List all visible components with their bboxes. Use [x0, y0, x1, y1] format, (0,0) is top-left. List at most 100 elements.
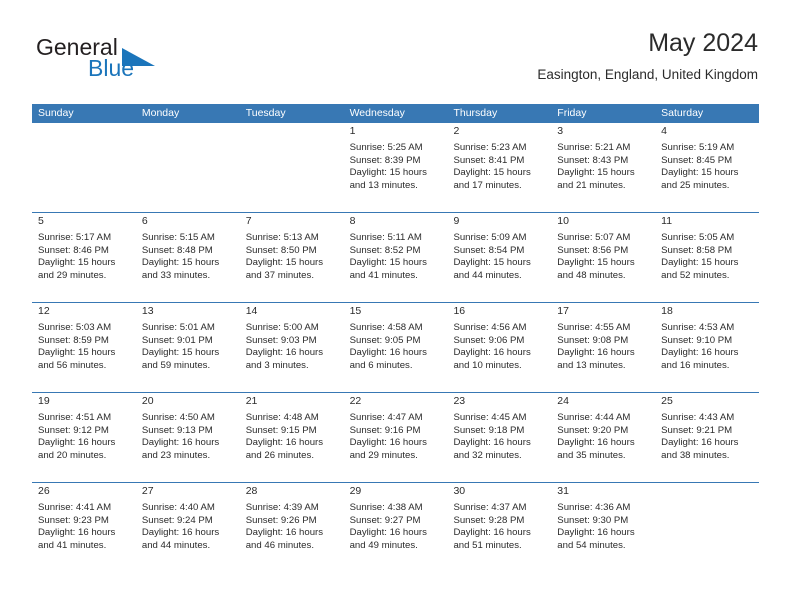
day-details: Sunrise: 4:58 AM Sunset: 9:05 PM Daylight:… [350, 322, 442, 372]
day-cell-13[interactable]: 13 Sunrise: 5:01 AM Sunset: 9:01 PM Dayligh… [135, 303, 240, 392]
day-cell-1[interactable]: 1 Sunrise: 5:25 AM Sunset: 8:39 PM Daylight… [343, 123, 448, 212]
day-cell-8[interactable]: 8 Sunrise: 5:11 AM Sunset: 8:52 PM Daylight… [343, 213, 448, 302]
calendar-week-row: 1 Sunrise: 5:25 AM Sunset: 8:39 PM Daylight… [32, 123, 760, 212]
day-cell-21[interactable]: 21 Sunrise: 4:48 AM Sunset: 9:15 PM Dayligh… [239, 393, 344, 482]
weekday-header-thursday: Thursday [453, 107, 498, 119]
day-cell-26[interactable]: 26 Sunrise: 4:41 AM Sunset: 9:23 PM Dayligh… [32, 483, 136, 572]
day-number: 13 [141, 305, 154, 317]
day-details: Sunrise: 4:45 AM Sunset: 9:18 PM Daylight:… [453, 412, 545, 462]
day-detail-line: Daylight: 15 hours [661, 167, 739, 179]
day-details: Sunrise: 5:01 AM Sunset: 9:01 PM Daylight:… [142, 322, 234, 372]
day-details: Sunrise: 4:37 AM Sunset: 9:28 PM Daylight:… [453, 502, 545, 552]
day-detail-line: Sunrise: 4:44 AM [557, 412, 631, 423]
day-detail-line: Sunset: 9:30 PM [557, 514, 629, 526]
day-cell-15[interactable]: 15 Sunrise: 4:58 AM Sunset: 9:05 PM Dayligh… [343, 303, 448, 392]
day-cell-5[interactable]: 5 Sunrise: 5:17 AM Sunset: 8:46 PM Daylight… [32, 213, 136, 302]
day-detail-line: Sunrise: 5:01 AM [141, 322, 215, 333]
page-header: General Blue May 2024 Easington, England… [32, 28, 758, 96]
day-detail-line: Sunrise: 5:25 AM [349, 142, 423, 153]
day-cell-6[interactable]: 6 Sunrise: 5:15 AM Sunset: 8:48 PM Daylight… [135, 213, 240, 302]
day-detail-line: Daylight: 15 hours [38, 347, 116, 359]
day-details: Sunrise: 4:43 AM Sunset: 9:21 PM Daylight:… [661, 412, 753, 462]
day-detail-line: Sunset: 9:08 PM [557, 334, 629, 346]
logo[interactable]: General Blue [32, 34, 252, 92]
day-detail-line: Daylight: 16 hours [557, 437, 635, 449]
day-detail-line: Daylight: 15 hours [453, 257, 531, 269]
day-cell-9[interactable]: 9 Sunrise: 5:09 AM Sunset: 8:54 PM Daylight… [447, 213, 552, 302]
day-cell-25[interactable]: 25 Sunrise: 4:43 AM Sunset: 9:21 PM Dayligh… [655, 393, 760, 482]
day-detail-line: Daylight: 16 hours [245, 437, 324, 449]
day-detail-line: Sunset: 9:03 PM [245, 334, 317, 346]
day-details: Sunrise: 4:40 AM Sunset: 9:24 PM Daylight:… [142, 502, 234, 552]
day-cell-17[interactable]: 17 Sunrise: 4:55 AM Sunset: 9:08 PM Dayligh… [551, 303, 656, 392]
day-cell-2[interactable]: 2 Sunrise: 5:23 AM Sunset: 8:41 PM Daylight… [447, 123, 552, 212]
day-detail-line: Sunrise: 4:47 AM [349, 412, 423, 423]
day-detail-line: Sunset: 8:48 PM [141, 244, 213, 256]
page-subtitle: Easington, England, United Kingdom [537, 67, 758, 82]
day-detail-line: and 6 minutes. [349, 359, 413, 371]
day-number [142, 123, 234, 139]
day-detail-line: Daylight: 15 hours [557, 257, 635, 269]
day-cell-29[interactable]: 29 Sunrise: 4:38 AM Sunset: 9:27 PM Dayligh… [343, 483, 448, 572]
day-detail-line: Daylight: 15 hours [453, 167, 531, 179]
day-detail-line: Sunset: 8:46 PM [38, 244, 109, 256]
day-cell-20[interactable]: 20 Sunrise: 4:50 AM Sunset: 9:13 PM Dayligh… [135, 393, 240, 482]
day-number: 26 [38, 485, 50, 497]
day-cell-19[interactable]: 19 Sunrise: 4:51 AM Sunset: 9:12 PM Dayligh… [32, 393, 136, 482]
day-number: 4 [661, 125, 667, 137]
day-detail-line: Sunrise: 4:39 AM [245, 502, 319, 513]
day-details: Sunrise: 4:48 AM Sunset: 9:15 PM Daylight:… [246, 412, 338, 462]
day-details: Sunrise: 5:15 AM Sunset: 8:48 PM Daylight:… [142, 232, 234, 282]
day-detail-line: and 29 minutes. [349, 449, 418, 461]
day-cell-4[interactable]: 4 Sunrise: 5:19 AM Sunset: 8:45 PM Daylight… [655, 123, 760, 212]
day-detail-line: Sunrise: 4:56 AM [453, 322, 527, 333]
day-detail-line: Daylight: 16 hours [349, 437, 427, 449]
day-cell-27[interactable]: 27 Sunrise: 4:40 AM Sunset: 9:24 PM Dayligh… [135, 483, 240, 572]
day-details: Sunrise: 4:51 AM Sunset: 9:12 PM Daylight:… [38, 412, 130, 462]
weekday-header-monday: Monday [141, 107, 180, 119]
day-detail-line: Sunset: 9:23 PM [38, 514, 109, 526]
day-cell-23[interactable]: 23 Sunrise: 4:45 AM Sunset: 9:18 PM Dayligh… [447, 393, 552, 482]
day-detail-line: Sunset: 9:05 PM [349, 334, 421, 346]
day-detail-line: and 35 minutes. [557, 449, 626, 461]
day-number: 28 [245, 485, 258, 497]
day-cell-30[interactable]: 30 Sunrise: 4:37 AM Sunset: 9:28 PM Dayligh… [447, 483, 552, 572]
day-number: 3 [557, 125, 564, 137]
day-detail-line: and 32 minutes. [453, 449, 522, 461]
day-number: 17 [557, 305, 569, 317]
day-cell-14[interactable]: 14 Sunrise: 5:00 AM Sunset: 9:03 PM Dayligh… [239, 303, 344, 392]
day-number [38, 123, 130, 139]
day-cell-16[interactable]: 16 Sunrise: 4:56 AM Sunset: 9:06 PM Dayligh… [447, 303, 552, 392]
day-cell-28[interactable]: 28 Sunrise: 4:39 AM Sunset: 9:26 PM Dayligh… [239, 483, 344, 572]
day-cell-22[interactable]: 22 Sunrise: 4:47 AM Sunset: 9:16 PM Dayligh… [343, 393, 448, 482]
day-details: Sunrise: 5:03 AM Sunset: 8:59 PM Daylight:… [38, 322, 130, 372]
day-cell-3[interactable]: 3 Sunrise: 5:21 AM Sunset: 8:43 PM Daylight… [551, 123, 656, 212]
day-number: 20 [141, 395, 154, 407]
day-detail-line: Sunset: 9:20 PM [557, 424, 629, 436]
day-detail-line: Sunrise: 4:55 AM [557, 322, 631, 333]
calendar-week-cells: 1 Sunrise: 5:25 AM Sunset: 8:39 PM Daylight… [32, 123, 760, 212]
day-cell-10[interactable]: 10 Sunrise: 5:07 AM Sunset: 8:56 PM Dayligh… [551, 213, 656, 302]
day-cell-11[interactable]: 11 Sunrise: 5:05 AM Sunset: 8:58 PM Dayligh… [655, 213, 760, 302]
day-detail-line: and 17 minutes. [453, 179, 522, 191]
day-detail-line: Sunrise: 5:21 AM [557, 142, 631, 153]
weekday-header-wednesday: Wednesday [349, 107, 405, 119]
calendar-week-row: 12 Sunrise: 5:03 AM Sunset: 8:59 PM Dayligh… [32, 302, 760, 392]
day-cell-18[interactable]: 18 Sunrise: 4:53 AM Sunset: 9:10 PM Dayligh… [655, 303, 760, 392]
day-number: 16 [453, 305, 466, 317]
day-detail-line: Sunrise: 4:50 AM [141, 412, 215, 423]
day-detail-line: and 25 minutes. [661, 179, 730, 191]
day-detail-line: Daylight: 16 hours [661, 437, 739, 449]
day-details: Sunrise: 4:44 AM Sunset: 9:20 PM Daylight:… [557, 412, 649, 462]
day-detail-line: Daylight: 15 hours [38, 257, 116, 269]
day-cell-24[interactable]: 24 Sunrise: 4:44 AM Sunset: 9:20 PM Dayligh… [551, 393, 656, 482]
day-cell-12[interactable]: 12 Sunrise: 5:03 AM Sunset: 8:59 PM Dayligh… [32, 303, 136, 392]
day-details: Sunrise: 4:36 AM Sunset: 9:30 PM Daylight:… [557, 502, 649, 552]
day-cell-31[interactable]: 31 Sunrise: 4:36 AM Sunset: 9:30 PM Dayligh… [551, 483, 656, 572]
day-number: 19 [38, 395, 50, 407]
day-number: 11 [661, 215, 673, 227]
day-number: 30 [453, 485, 466, 497]
day-detail-line: Sunrise: 4:41 AM [38, 502, 112, 513]
day-number [246, 123, 338, 139]
day-cell-7[interactable]: 7 Sunrise: 5:13 AM Sunset: 8:50 PM Daylight… [239, 213, 344, 302]
